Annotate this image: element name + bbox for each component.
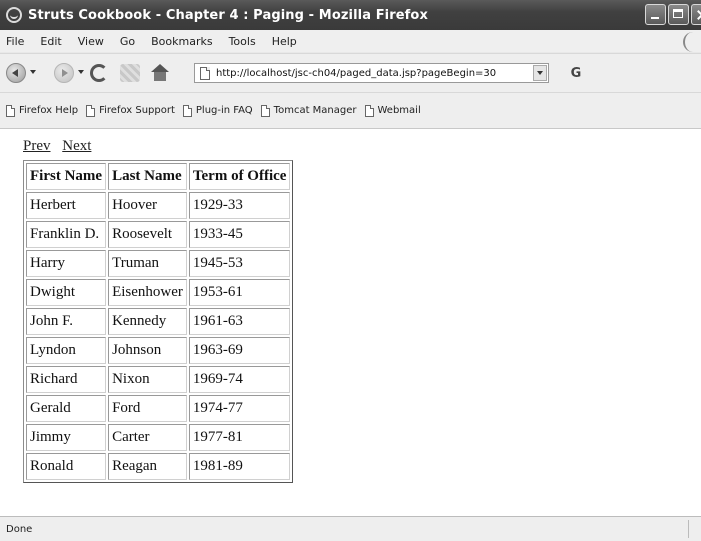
back-button[interactable] bbox=[6, 63, 26, 83]
cell-term: 1945-53 bbox=[188, 250, 291, 277]
table-row: Dwight Eisenhower 1953-61 bbox=[26, 279, 291, 306]
address-bar[interactable]: http://localhost/jsc-ch04/paged_data.jsp… bbox=[194, 63, 549, 83]
cell-first-name: Richard bbox=[26, 366, 107, 393]
status-bar: Done bbox=[0, 516, 701, 541]
minimize-button[interactable] bbox=[645, 4, 666, 25]
cell-first-name: Ronald bbox=[26, 453, 107, 480]
pager: Prev Next bbox=[23, 138, 99, 155]
table-row: John F. Kennedy 1961-63 bbox=[26, 308, 291, 335]
stop-icon[interactable] bbox=[120, 64, 140, 82]
page-icon bbox=[364, 104, 374, 117]
bookmark-tomcat-manager[interactable]: Tomcat Manager bbox=[260, 104, 357, 117]
firefox-icon bbox=[6, 7, 22, 23]
cell-term: 1977-81 bbox=[188, 424, 291, 451]
bookmark-label: Firefox Support bbox=[99, 105, 175, 116]
home-icon[interactable] bbox=[150, 64, 170, 82]
menu-bookmarks[interactable]: Bookmarks bbox=[143, 35, 220, 48]
cell-last-name: Kennedy bbox=[108, 308, 187, 335]
bookmark-webmail[interactable]: Webmail bbox=[364, 104, 421, 117]
menu-file[interactable]: File bbox=[0, 35, 32, 48]
page-icon bbox=[86, 104, 96, 117]
cell-last-name: Hoover bbox=[108, 192, 187, 219]
menu-tools[interactable]: Tools bbox=[221, 35, 264, 48]
cell-last-name: Eisenhower bbox=[108, 279, 187, 306]
bookmark-plugin-faq[interactable]: Plug-in FAQ bbox=[182, 104, 253, 117]
table-row: Lyndon Johnson 1963-69 bbox=[26, 337, 291, 364]
cell-first-name: Franklin D. bbox=[26, 221, 107, 248]
cell-last-name: Truman bbox=[108, 250, 187, 277]
cell-first-name: Dwight bbox=[26, 279, 107, 306]
header-first-name: First Name bbox=[26, 163, 107, 190]
cell-first-name: John F. bbox=[26, 308, 107, 335]
header-term-of-office: Term of Office bbox=[188, 163, 291, 190]
page-icon bbox=[200, 66, 210, 80]
cell-last-name: Ford bbox=[108, 395, 187, 422]
table-row: Richard Nixon 1969-74 bbox=[26, 366, 291, 393]
window-title: Struts Cookbook - Chapter 4 : Paging - M… bbox=[28, 7, 428, 23]
cell-term: 1969-74 bbox=[188, 366, 291, 393]
bookmark-firefox-help[interactable]: Firefox Help bbox=[6, 104, 79, 117]
menu-view[interactable]: View bbox=[70, 35, 112, 48]
bookmark-firefox-support[interactable]: Firefox Support bbox=[86, 104, 175, 117]
cell-first-name: Herbert bbox=[26, 192, 107, 219]
table-row: Gerald Ford 1974-77 bbox=[26, 395, 291, 422]
cell-last-name: Roosevelt bbox=[108, 221, 187, 248]
cell-last-name: Nixon bbox=[108, 366, 187, 393]
cell-term: 1974-77 bbox=[188, 395, 291, 422]
menu-bar: File Edit View Go Bookmarks Tools Help bbox=[0, 30, 701, 52]
prev-link[interactable]: Prev bbox=[23, 138, 51, 154]
cell-term: 1929-33 bbox=[188, 192, 291, 219]
menu-go[interactable]: Go bbox=[112, 35, 143, 48]
table-row: Jimmy Carter 1977-81 bbox=[26, 424, 291, 451]
cell-first-name: Jimmy bbox=[26, 424, 107, 451]
throbber-icon bbox=[683, 32, 701, 52]
table-row: Harry Truman 1945-53 bbox=[26, 250, 291, 277]
page-icon bbox=[260, 104, 270, 117]
cell-first-name: Gerald bbox=[26, 395, 107, 422]
header-last-name: Last Name bbox=[108, 163, 187, 190]
cell-first-name: Harry bbox=[26, 250, 107, 277]
status-text: Done bbox=[6, 523, 33, 535]
navigation-toolbar: http://localhost/jsc-ch04/paged_data.jsp… bbox=[0, 53, 701, 93]
bookmark-label: Tomcat Manager bbox=[273, 105, 357, 116]
cell-term: 1963-69 bbox=[188, 337, 291, 364]
go-label: G bbox=[570, 65, 582, 81]
cell-term: 1981-89 bbox=[188, 453, 291, 480]
bookmark-label: Plug-in FAQ bbox=[195, 105, 253, 116]
bookmark-label: Firefox Help bbox=[19, 105, 79, 116]
title-bar: Struts Cookbook - Chapter 4 : Paging - M… bbox=[0, 0, 701, 30]
browser-window: Struts Cookbook - Chapter 4 : Paging - M… bbox=[0, 0, 701, 541]
table-header-row: First Name Last Name Term of Office bbox=[26, 163, 291, 190]
reload-icon[interactable] bbox=[90, 64, 108, 82]
next-link[interactable]: Next bbox=[62, 138, 91, 154]
cell-last-name: Carter bbox=[108, 424, 187, 451]
table-row: Ronald Reagan 1981-89 bbox=[26, 453, 291, 480]
maximize-button[interactable] bbox=[668, 4, 689, 25]
forward-button[interactable] bbox=[54, 63, 74, 83]
cell-first-name: Lyndon bbox=[26, 337, 107, 364]
url-history-dropdown[interactable] bbox=[533, 65, 547, 81]
menu-edit[interactable]: Edit bbox=[32, 35, 69, 48]
page-icon bbox=[6, 104, 15, 117]
bookmark-label: Webmail bbox=[377, 105, 421, 116]
bookmarks-toolbar: Firefox Help Firefox Support Plug-in FAQ… bbox=[0, 93, 701, 129]
go-button[interactable]: G bbox=[562, 63, 590, 83]
cell-term: 1953-61 bbox=[188, 279, 291, 306]
window-controls bbox=[645, 4, 701, 25]
page-content: Prev Next First Name Last Name Term of O… bbox=[0, 129, 701, 516]
cell-last-name: Johnson bbox=[108, 337, 187, 364]
cell-term: 1933-45 bbox=[188, 221, 291, 248]
url-text[interactable]: http://localhost/jsc-ch04/paged_data.jsp… bbox=[216, 68, 533, 79]
table-row: Franklin D. Roosevelt 1933-45 bbox=[26, 221, 291, 248]
page-icon bbox=[182, 104, 192, 117]
close-button[interactable] bbox=[691, 4, 701, 25]
presidents-table: First Name Last Name Term of Office Herb… bbox=[23, 160, 294, 483]
cell-term: 1961-63 bbox=[188, 308, 291, 335]
resize-grip[interactable] bbox=[688, 520, 689, 538]
back-history-dropdown[interactable] bbox=[30, 70, 36, 74]
table-row: Herbert Hoover 1929-33 bbox=[26, 192, 291, 219]
forward-history-dropdown[interactable] bbox=[78, 70, 84, 74]
menu-help[interactable]: Help bbox=[264, 35, 305, 48]
cell-last-name: Reagan bbox=[108, 453, 187, 480]
